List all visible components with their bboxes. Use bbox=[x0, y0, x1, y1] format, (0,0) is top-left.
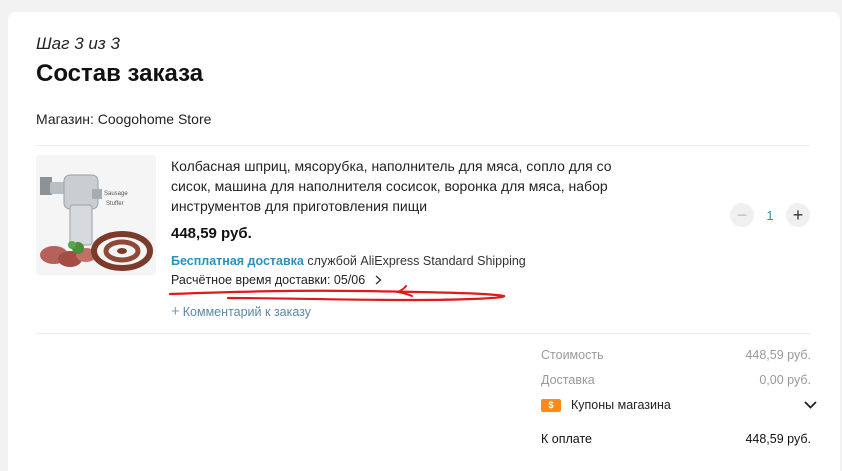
coupon-label: Купоны магазина bbox=[571, 398, 671, 412]
quantity-value[interactable]: 1 bbox=[754, 208, 786, 223]
shipping-service: службой AliExpress Standard Shipping bbox=[307, 254, 526, 268]
chevron-down-icon[interactable] bbox=[804, 398, 817, 412]
quantity-stepper[interactable]: − 1 + bbox=[730, 203, 810, 227]
store-coupons-row[interactable]: $ Купоны магазина bbox=[541, 398, 817, 412]
increase-quantity-button[interactable]: + bbox=[786, 203, 810, 227]
total-label: К оплате bbox=[541, 432, 592, 446]
chevron-right-icon[interactable] bbox=[375, 274, 382, 288]
cost-label: Стоимость bbox=[541, 348, 604, 362]
delivery-value: 0,00 руб. bbox=[759, 373, 811, 387]
divider bbox=[36, 145, 810, 146]
divider bbox=[36, 333, 810, 334]
summary-delivery-row: Доставка 0,00 руб. bbox=[541, 373, 811, 387]
svg-text:Sausage: Sausage bbox=[104, 191, 128, 197]
delivery-estimate[interactable]: Расчётное время доставки: 05/06 bbox=[171, 273, 382, 288]
add-comment-link[interactable]: + Комментарий к заказу bbox=[171, 303, 311, 320]
product-title[interactable]: Колбасная шприц, мясорубка, наполнитель … bbox=[171, 156, 651, 216]
coupon-icon: $ bbox=[541, 398, 561, 412]
summary-total-row: К оплате 448,59 руб. bbox=[541, 432, 811, 446]
add-comment-label: Комментарий к заказу bbox=[182, 305, 311, 319]
summary-cost-row: Стоимость 448,59 руб. bbox=[541, 348, 811, 362]
free-shipping-label: Бесплатная доставка bbox=[171, 254, 304, 268]
svg-text:Stuffer: Stuffer bbox=[106, 201, 124, 207]
delivery-label: Доставка bbox=[541, 373, 595, 387]
step-indicator: Шаг 3 из 3 bbox=[36, 34, 120, 53]
product-price: 448,59 руб. bbox=[171, 225, 252, 242]
delivery-estimate-text: Расчётное время доставки: 05/06 bbox=[171, 273, 366, 287]
shipping-info: Бесплатная доставка службой AliExpress S… bbox=[171, 254, 526, 268]
total-value: 448,59 руб. bbox=[745, 432, 811, 446]
order-card: Шаг 3 из 3 Состав заказа Магазин: Coogoh… bbox=[8, 12, 840, 471]
decrease-quantity-button[interactable]: − bbox=[730, 203, 754, 227]
store-name: Магазин: Coogohome Store bbox=[36, 111, 212, 127]
sausage-stuffer-image: Sausage Stuffer bbox=[36, 155, 156, 275]
plus-icon: + bbox=[171, 303, 180, 320]
page-title: Состав заказа bbox=[36, 60, 204, 87]
cost-value: 448,59 руб. bbox=[745, 348, 811, 362]
product-image[interactable]: Sausage Stuffer bbox=[36, 155, 156, 275]
